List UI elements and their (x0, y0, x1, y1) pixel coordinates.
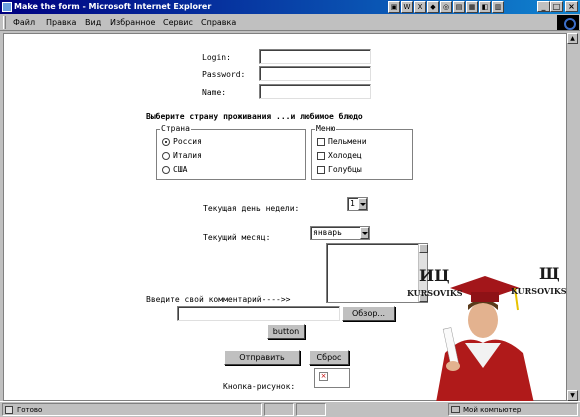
page-icon (5, 406, 13, 414)
chevron-down-icon[interactable] (358, 198, 367, 210)
radio-russia[interactable] (162, 138, 170, 146)
country-legend: Страна (160, 124, 191, 133)
country-group: Страна Россия Италия США (156, 124, 306, 180)
toolbar-icon-6[interactable]: ▤ (453, 1, 465, 13)
login-input[interactable] (259, 49, 371, 64)
menu-bar: Файл Правка Вид Избранное Сервис Справка (0, 14, 580, 31)
file-path-input[interactable] (177, 306, 340, 321)
scroll-down-icon[interactable]: ▼ (567, 390, 578, 401)
menu-edit[interactable]: Правка (46, 14, 76, 31)
submit-button[interactable]: Отправить (224, 350, 300, 365)
excel-icon[interactable]: X (414, 1, 426, 13)
weekday-label: Текущая день недели: (203, 204, 300, 213)
reset-button[interactable]: Сброс (309, 350, 349, 365)
broken-image-icon: × (319, 372, 328, 381)
toolbar-icon-1[interactable]: ▣ (388, 1, 400, 13)
menu-help[interactable]: Справка (201, 14, 236, 31)
month-label: Текущий месяц: (203, 233, 271, 242)
status-security-cell (296, 403, 326, 416)
radio-russia-label: Россия (173, 137, 202, 146)
comment-textarea[interactable] (326, 243, 428, 303)
checkbox-kholodets[interactable] (317, 152, 325, 160)
checkbox-pelmeni[interactable] (317, 138, 325, 146)
weekday-value: 1 (350, 199, 355, 208)
word-icon[interactable]: W (401, 1, 413, 13)
choose-heading: Выберите страну проживания ...и любимое … (146, 112, 363, 121)
scroll-down-icon[interactable] (419, 293, 428, 302)
minimize-button[interactable]: _ (537, 1, 550, 12)
browse-button[interactable]: Обзор... (342, 306, 395, 321)
computer-icon (451, 406, 460, 413)
checkbox-golubtsy[interactable] (317, 166, 325, 174)
menu-grip[interactable] (3, 16, 6, 29)
status-cell: Готово (2, 403, 262, 416)
toolbar-icon-8[interactable]: ◧ (479, 1, 491, 13)
status-zone: Мой компьютер (463, 406, 522, 414)
generic-button[interactable]: button (267, 324, 305, 339)
password-input[interactable] (259, 66, 371, 81)
checkbox-pelmeni-label: Пельмени (328, 137, 367, 146)
month-select[interactable]: январь (310, 226, 370, 240)
menu-tools[interactable]: Сервис (163, 14, 193, 31)
radio-italy[interactable] (162, 152, 170, 160)
weekday-select[interactable]: 1 (347, 197, 368, 211)
window-title: Make the form - Microsoft Internet Explo… (14, 2, 212, 11)
radio-usa-label: США (173, 165, 188, 174)
explorer-icon[interactable]: ◎ (440, 1, 452, 13)
image-button-label: Кнопка-рисунок: (223, 382, 296, 391)
month-value: январь (313, 228, 342, 237)
textarea-scrollbar[interactable] (418, 244, 428, 302)
window-controls: _ □ × (537, 1, 578, 12)
dish-group: Меню Пельмени Холодец Голубцы (311, 124, 413, 180)
windows-logo-icon (557, 15, 579, 30)
maximize-button[interactable]: □ (550, 1, 563, 12)
toolbar-icon-7[interactable]: ▦ (466, 1, 478, 13)
title-bar: Make the form - Microsoft Internet Explo… (0, 0, 580, 14)
checkbox-golubtsy-label: Голубцы (328, 165, 362, 174)
menu-view[interactable]: Вид (85, 14, 101, 31)
access-icon[interactable]: ◆ (427, 1, 439, 13)
scroll-up-icon[interactable]: ▲ (567, 33, 578, 44)
radio-italy-label: Италия (173, 151, 202, 160)
image-button[interactable]: × (314, 368, 350, 388)
status-zone-cell: Мой компьютер (448, 403, 578, 416)
login-label: Login: (202, 53, 231, 62)
status-bar: Готово Мой компьютер (0, 401, 580, 417)
page-content: Login: Password: Name: Выберите страну п… (3, 33, 567, 401)
menu-favorites[interactable]: Избранное (110, 14, 155, 31)
password-label: Password: (202, 70, 246, 79)
menu-file[interactable]: Файл (13, 14, 35, 31)
scroll-up-icon[interactable] (419, 244, 428, 253)
page-scrollbar[interactable]: ▲ ▼ (567, 33, 578, 401)
name-label: Name: (202, 88, 227, 97)
taskbar-tray-icons: ▣ W X ◆ ◎ ▤ ▦ ◧ ▥ (388, 1, 504, 13)
radio-usa[interactable] (162, 166, 170, 174)
name-input[interactable] (259, 84, 371, 99)
status-text: Готово (17, 406, 43, 414)
comment-label: Введите свой комментарий---->> (146, 295, 291, 304)
checkbox-kholodets-label: Холодец (328, 151, 362, 160)
status-progress-cell (264, 403, 294, 416)
dish-legend: Меню (315, 124, 337, 133)
ie-icon (2, 2, 12, 12)
close-button[interactable]: × (565, 1, 578, 12)
chevron-down-icon[interactable] (360, 227, 369, 239)
toolbar-icon-9[interactable]: ▥ (492, 1, 504, 13)
